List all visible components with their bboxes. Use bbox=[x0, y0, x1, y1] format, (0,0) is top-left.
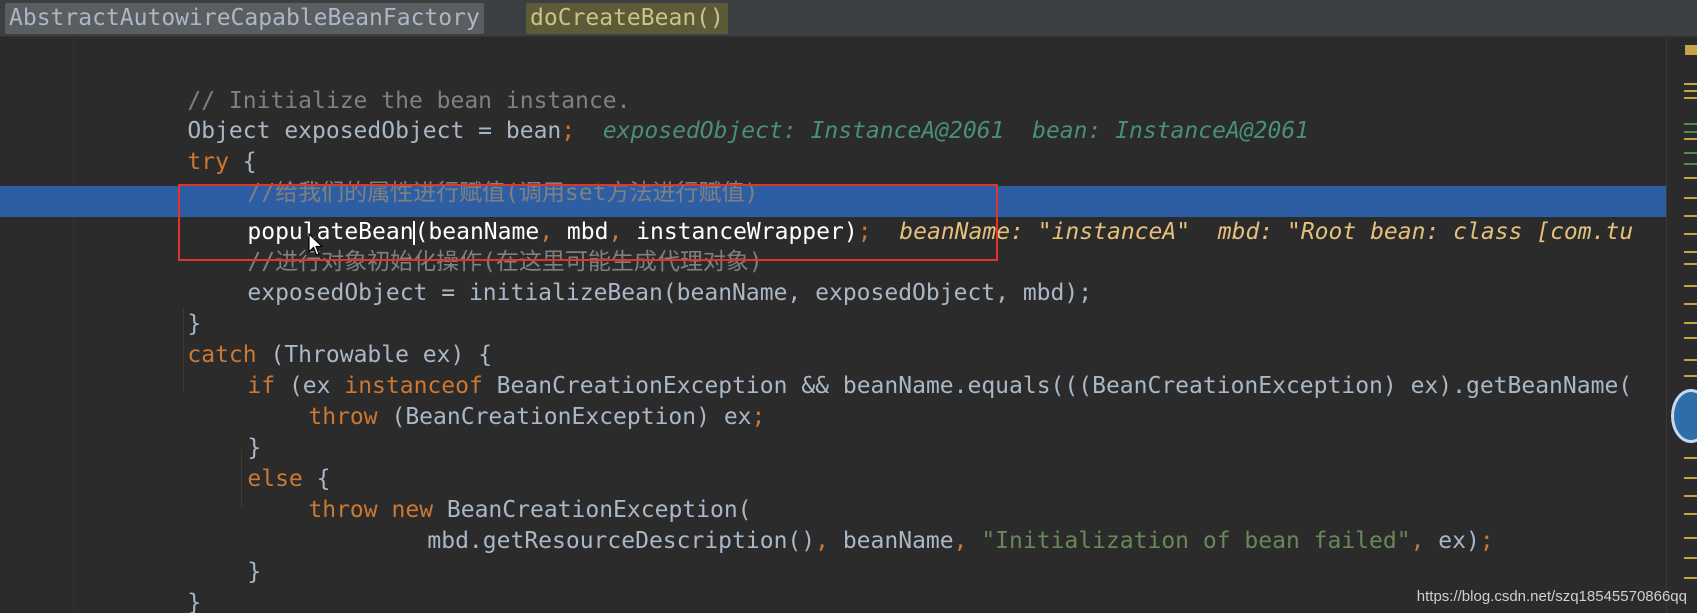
warning-marker[interactable] bbox=[1684, 375, 1697, 377]
code-line-14: throw new BeanCreationException( bbox=[253, 464, 751, 523]
code-line-4: //给我们的属性进行赋值(调用set方法进行赋值) bbox=[192, 147, 758, 206]
warning-marker[interactable] bbox=[1684, 513, 1697, 515]
warning-marker[interactable] bbox=[1685, 45, 1697, 55]
warning-marker[interactable] bbox=[1684, 138, 1697, 140]
code-line-2: Object exposedObject = bean; exposedObje… bbox=[132, 85, 1309, 144]
code-line-1: // Initialize the bean instance. bbox=[132, 55, 630, 114]
warning-marker[interactable] bbox=[1684, 233, 1697, 235]
change-marker[interactable] bbox=[1684, 152, 1697, 154]
error-stripe-scrollbar[interactable] bbox=[1666, 37, 1697, 613]
warning-marker[interactable] bbox=[1684, 83, 1697, 85]
warning-marker[interactable] bbox=[1684, 251, 1697, 253]
breadcrumb-method[interactable]: doCreateBean() bbox=[526, 3, 728, 34]
code-line-12: } bbox=[192, 402, 261, 461]
change-marker[interactable] bbox=[1684, 163, 1697, 165]
breadcrumb-class[interactable]: AbstractAutowireCapableBeanFactory bbox=[5, 3, 484, 34]
comma: , bbox=[953, 528, 982, 554]
keyword-throw: throw bbox=[308, 404, 378, 430]
semicolon: ; bbox=[561, 118, 576, 144]
code-line-17: } bbox=[132, 557, 201, 613]
code-line-9: catch (Throwable ex) { bbox=[132, 309, 492, 368]
warning-marker[interactable] bbox=[1684, 97, 1697, 99]
code-line-13: else { bbox=[192, 433, 330, 492]
code-line-15: mbd.getResourceDescription(), beanName, … bbox=[372, 495, 1493, 554]
code-line-16: } bbox=[192, 526, 261, 585]
warning-marker[interactable] bbox=[1684, 322, 1697, 324]
annotation-highlight-box bbox=[178, 184, 998, 261]
change-marker[interactable] bbox=[1684, 123, 1697, 125]
gutter-divider bbox=[73, 37, 74, 613]
warning-marker[interactable] bbox=[1684, 359, 1697, 361]
keyword-throw: throw bbox=[308, 497, 378, 523]
warning-marker[interactable] bbox=[1684, 90, 1697, 92]
code-line-3: try { bbox=[132, 116, 256, 175]
warning-marker[interactable] bbox=[1684, 557, 1697, 559]
string-literal: "Initialization of bean failed" bbox=[981, 528, 1411, 554]
code-line-10: if (ex instanceof BeanCreationException … bbox=[192, 340, 1632, 399]
comma: , bbox=[1410, 528, 1439, 554]
code-editor[interactable]: // Initialize the bean instance. Object … bbox=[0, 37, 1666, 613]
brace: } bbox=[187, 590, 202, 613]
warning-marker[interactable] bbox=[1684, 477, 1697, 479]
code-line-8: } bbox=[132, 278, 201, 337]
code-text: ex) bbox=[1438, 528, 1480, 554]
breadcrumb: AbstractAutowireCapableBeanFactory doCre… bbox=[0, 0, 1697, 37]
semicolon: ; bbox=[751, 404, 766, 430]
brace: } bbox=[247, 559, 262, 585]
code-text: (BeanCreationException) ex bbox=[377, 404, 752, 430]
mouse-cursor-icon bbox=[308, 233, 324, 256]
warning-marker[interactable] bbox=[1684, 537, 1697, 539]
watermark-text: https://blog.csdn.net/szq18545570866qq bbox=[1416, 588, 1687, 605]
warning-marker[interactable] bbox=[1684, 177, 1697, 179]
warning-marker[interactable] bbox=[1684, 457, 1697, 459]
warning-marker[interactable] bbox=[1684, 215, 1697, 217]
warning-marker[interactable] bbox=[1684, 337, 1697, 339]
change-marker[interactable] bbox=[1684, 131, 1697, 133]
code-line-11: throw (BeanCreationException) ex; bbox=[253, 371, 765, 430]
comma: , bbox=[815, 528, 843, 554]
warning-marker[interactable] bbox=[1684, 263, 1697, 265]
avatar[interactable] bbox=[1671, 389, 1697, 443]
warning-marker[interactable] bbox=[1684, 197, 1697, 199]
warning-marker[interactable] bbox=[1684, 285, 1697, 287]
code-text: exposedObject = initializeBean(beanName,… bbox=[247, 280, 1093, 306]
code-text: beanName bbox=[842, 528, 954, 554]
debug-inline-hint: beanName: "instanceA" mbd: "Root bean: c… bbox=[899, 219, 1634, 245]
code-text: mbd.getResourceDescription() bbox=[427, 528, 816, 554]
debug-inline-hint: exposedObject: InstanceA@2061 bean: Inst… bbox=[602, 118, 1310, 144]
warning-marker[interactable] bbox=[1684, 495, 1697, 497]
warning-marker[interactable] bbox=[1684, 303, 1697, 305]
semicolon: ; bbox=[1479, 528, 1494, 554]
warning-marker[interactable] bbox=[1684, 577, 1697, 579]
